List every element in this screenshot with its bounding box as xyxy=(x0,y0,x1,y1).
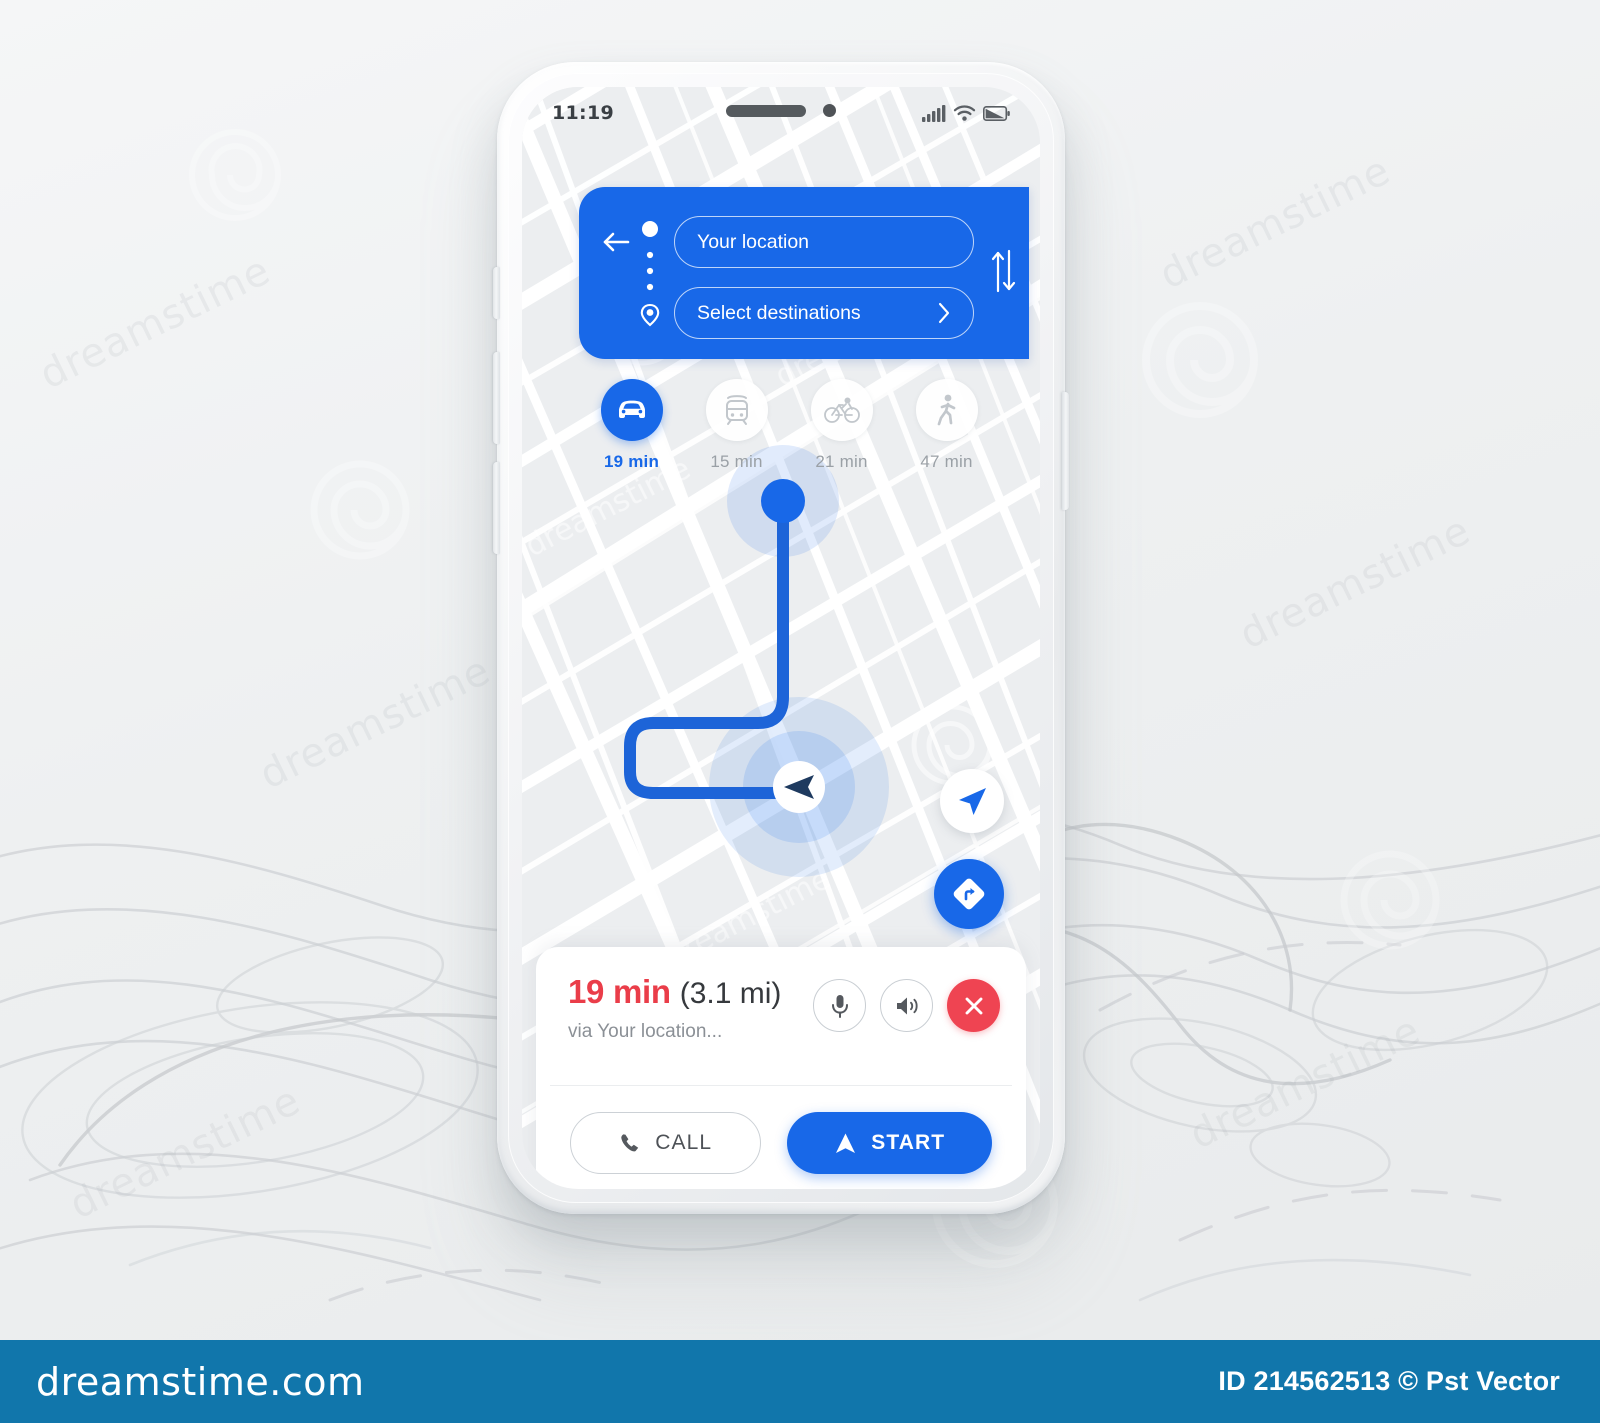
close-route-button[interactable] xyxy=(947,979,1000,1032)
origin-dot-icon xyxy=(642,221,658,237)
mode-bike[interactable]: 21 min xyxy=(789,379,894,479)
mode-car-label: 19 min xyxy=(603,452,660,471)
dreamstime-logo: dreamstime.com xyxy=(36,1360,364,1404)
card-primary-buttons: CALL START xyxy=(536,1086,1026,1174)
directions-sign-icon xyxy=(953,878,985,910)
origin-input[interactable]: Your location xyxy=(674,216,974,268)
status-bar: 11:19 xyxy=(522,87,1040,139)
mode-bike-bubble[interactable] xyxy=(810,379,873,441)
navigation-arrow-icon xyxy=(836,1133,856,1153)
earpiece-speaker xyxy=(726,104,806,117)
side-button-volume-up[interactable] xyxy=(493,352,500,444)
eta-duration: 19 min xyxy=(568,973,671,1010)
transport-mode-selector[interactable]: 19 min 15 min 21 min 47 min xyxy=(579,379,999,479)
close-x-icon xyxy=(965,997,982,1014)
image-credit: ID 214562513 © Pst Vector xyxy=(1218,1366,1560,1396)
destination-input[interactable]: Select destinations xyxy=(674,287,974,339)
route-search-header: Your location Select destinations xyxy=(579,187,1029,359)
microphone-icon xyxy=(831,994,848,1018)
side-button-power[interactable] xyxy=(1062,392,1069,510)
mode-walk[interactable]: 47 min xyxy=(894,379,999,479)
notch-group xyxy=(726,104,836,117)
eta-block: 19 min (3.1 mi) via Your location... xyxy=(568,973,813,1085)
swap-vertical-icon[interactable] xyxy=(989,249,1017,293)
my-location-button[interactable] xyxy=(940,769,1004,833)
status-icons xyxy=(922,104,1010,122)
phone-mockup: dreamstime dreamstime dreamstime 11:19 xyxy=(493,62,1069,1214)
chevron-right-icon xyxy=(938,302,950,324)
route-via-text: via Your location... xyxy=(568,1021,723,1042)
route-info-top: 19 min (3.1 mi) via Your location... xyxy=(536,947,1026,1085)
eta-distance: (3.1 mi) xyxy=(679,977,782,1010)
microphone-button[interactable] xyxy=(813,979,866,1032)
route-info-card: 19 min (3.1 mi) via Your location... CAL… xyxy=(536,947,1026,1189)
mode-car-bubble[interactable] xyxy=(600,379,663,441)
map-pin-icon xyxy=(640,303,660,327)
mode-walk-label: 47 min xyxy=(920,452,973,471)
destination-input-value: Select destinations xyxy=(697,301,861,324)
phone-icon xyxy=(621,1134,639,1152)
stock-footer: dreamstime.com ID 214562513 © Pst Vector xyxy=(0,1340,1600,1423)
back-arrow-icon[interactable] xyxy=(601,229,631,255)
mode-bike-label: 21 min xyxy=(815,452,868,471)
status-clock: 11:19 xyxy=(552,102,614,124)
route-stop-indicator xyxy=(640,221,660,327)
call-button[interactable]: CALL xyxy=(570,1112,762,1174)
tram-icon xyxy=(725,395,748,425)
origin-input-value: Your location xyxy=(697,230,810,253)
mode-transit[interactable]: 15 min xyxy=(684,379,789,479)
battery-icon xyxy=(983,105,1010,121)
call-button-label: CALL xyxy=(655,1131,713,1154)
side-button-mute[interactable] xyxy=(493,267,500,319)
signal-bars-icon xyxy=(922,105,946,122)
volume-button[interactable] xyxy=(880,979,933,1032)
dreamstime-logo-text: dreamstime.com xyxy=(36,1359,365,1404)
navigation-arrow-icon xyxy=(959,788,986,815)
mode-transit-bubble[interactable] xyxy=(705,379,768,441)
mode-transit-label: 15 min xyxy=(710,452,763,471)
route-action-buttons xyxy=(813,973,1000,1085)
walk-icon xyxy=(937,394,955,426)
eta-line: 19 min (3.1 mi) xyxy=(568,973,813,1011)
start-button-label: START xyxy=(871,1131,946,1154)
side-button-volume-down[interactable] xyxy=(493,462,500,554)
wifi-icon xyxy=(953,105,976,121)
start-navigation-button[interactable]: START xyxy=(787,1112,992,1174)
phone-screen: dreamstime dreamstime dreamstime 11:19 xyxy=(522,87,1040,1189)
mode-walk-bubble[interactable] xyxy=(915,379,978,441)
directions-button[interactable] xyxy=(934,859,1004,929)
speaker-volume-icon xyxy=(896,997,918,1014)
car-icon xyxy=(618,400,645,418)
bicycle-icon xyxy=(823,397,860,423)
front-camera xyxy=(823,104,836,117)
mode-car[interactable]: 19 min xyxy=(579,379,684,479)
